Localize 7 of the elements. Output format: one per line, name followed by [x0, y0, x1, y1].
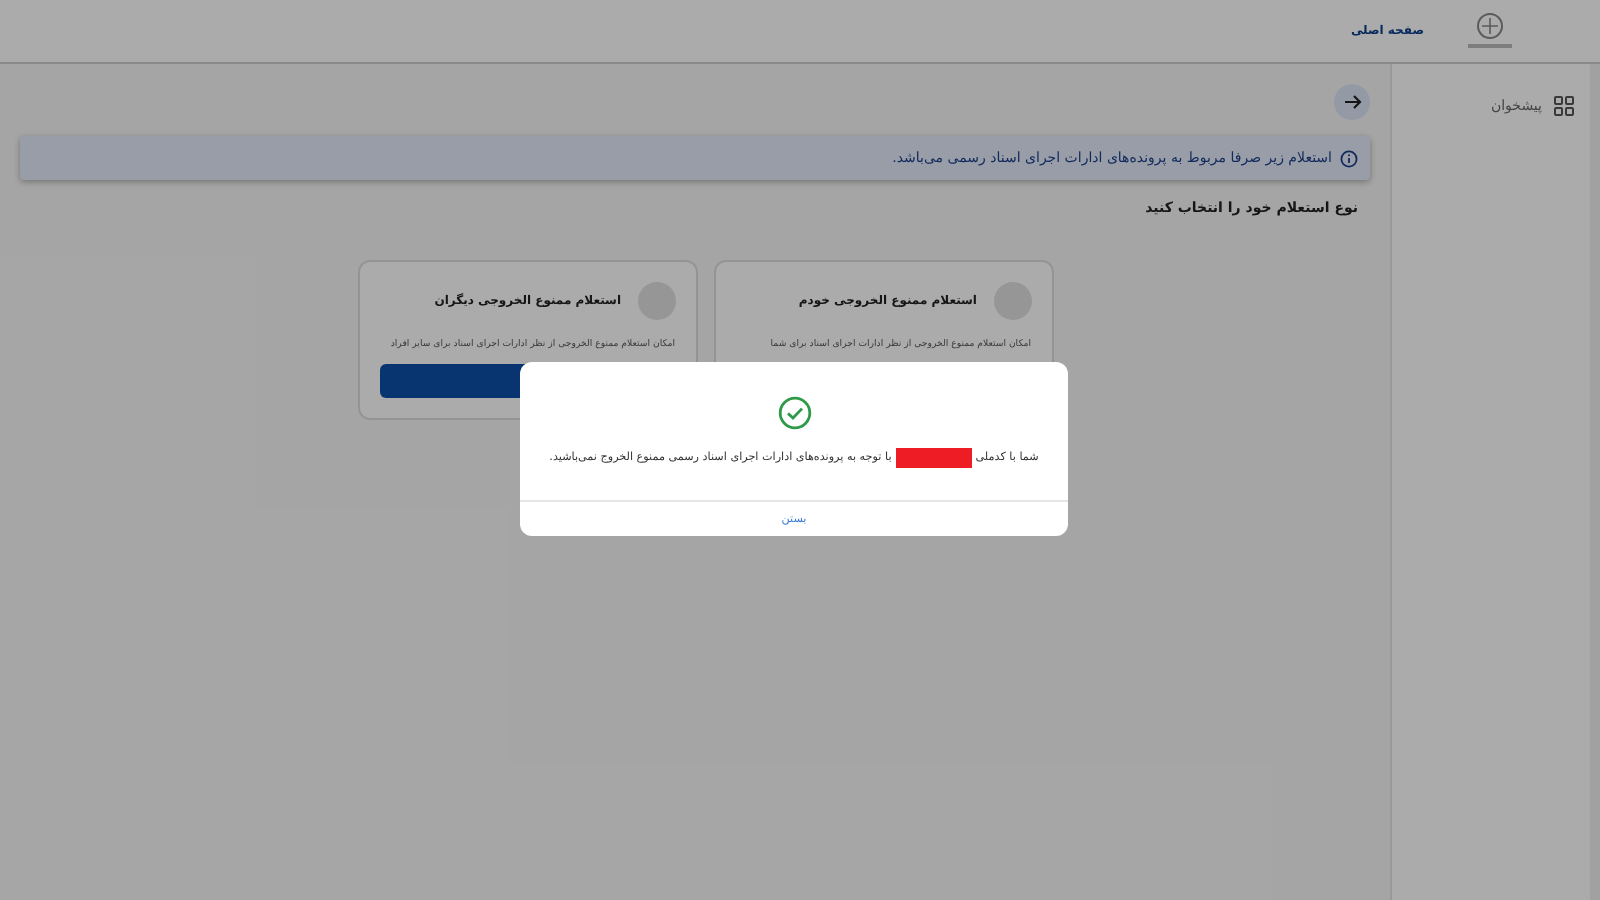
info-icon — [1340, 149, 1358, 167]
grid-icon — [1554, 96, 1574, 116]
back-button[interactable] — [1334, 84, 1370, 120]
redaction-mark — [895, 448, 972, 468]
arrow-icon — [1343, 94, 1361, 110]
scrollbar[interactable] — [1590, 64, 1600, 900]
check-circle-icon — [777, 396, 811, 430]
